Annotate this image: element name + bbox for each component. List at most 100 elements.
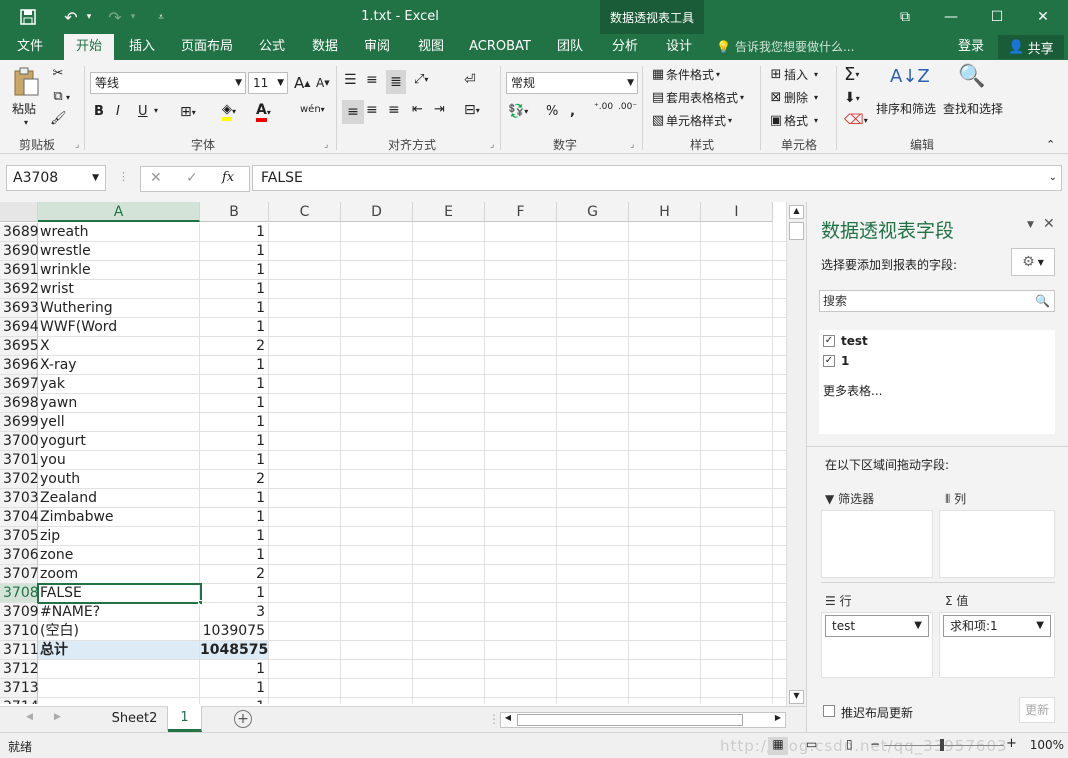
row-field-pill[interactable]: test ▼ xyxy=(825,615,929,637)
row-header[interactable]: 3696 xyxy=(0,356,39,375)
close-pane-icon[interactable]: ✕ xyxy=(1043,216,1055,232)
undo-icon[interactable]: ↶ xyxy=(60,7,82,27)
page-break-view-icon[interactable]: ▯ xyxy=(846,737,853,751)
prev-sheet-icon[interactable]: ◀ xyxy=(26,712,33,722)
minimize-icon[interactable]: — xyxy=(928,0,974,34)
tab-design[interactable]: 设计 xyxy=(654,34,704,60)
cell-a[interactable]: (空白) xyxy=(38,622,200,641)
cell-b[interactable]: 1 xyxy=(200,375,269,394)
row-header[interactable]: 3690 xyxy=(0,242,39,261)
conditional-format-button[interactable]: ▦ 条件格式 ▾ xyxy=(650,66,720,83)
row-header[interactable]: 3708 xyxy=(0,584,39,603)
filters-drop-area[interactable] xyxy=(821,510,933,578)
align-right-icon[interactable]: ≡ xyxy=(388,102,400,118)
horizontal-scrollbar[interactable]: ◀ ▶ xyxy=(500,712,786,728)
cell-a[interactable]: X xyxy=(38,337,200,356)
font-launcher-icon[interactable]: ⌟ xyxy=(324,140,328,150)
cell-b[interactable]: 2 xyxy=(200,337,269,356)
cell-b[interactable]: 1 xyxy=(200,451,269,470)
tab-home[interactable]: 开始 xyxy=(64,34,114,60)
orientation-icon[interactable]: ⤢ ▾ xyxy=(414,72,428,87)
cell-a[interactable]: yell xyxy=(38,413,200,432)
select-all-corner[interactable] xyxy=(0,202,38,222)
align-left-icon[interactable]: ≡ xyxy=(342,100,364,124)
cell-b[interactable]: 1048575 xyxy=(200,641,269,660)
font-name-combo[interactable]: 等线 ▼ xyxy=(90,72,246,94)
tab-page-layout[interactable]: 页面布局 xyxy=(174,34,240,60)
row-header[interactable]: 3710 xyxy=(0,622,39,641)
align-top-icon[interactable]: ☰ xyxy=(344,72,357,88)
paste-label[interactable]: 粘贴 xyxy=(12,100,36,117)
shrink-font-icon[interactable]: A ▼ xyxy=(316,76,330,90)
row-header[interactable]: 3711 xyxy=(0,641,39,660)
cell-a[interactable] xyxy=(38,660,200,679)
maximize-icon[interactable]: ☐ xyxy=(974,0,1020,34)
comma-style-icon[interactable]: , xyxy=(570,104,575,119)
cell-b[interactable]: 1 xyxy=(200,261,269,280)
cancel-entry-icon[interactable]: ✕ xyxy=(150,170,162,186)
cell-a[interactable]: yawn xyxy=(38,394,200,413)
autosum-icon[interactable]: Σ ▾ xyxy=(844,64,859,85)
field-item-1[interactable]: ✓ 1 xyxy=(823,354,849,368)
insert-cells-button[interactable]: ⊞ 插入 ▾ xyxy=(768,66,818,83)
row-header[interactable]: 3698 xyxy=(0,394,39,413)
cell-a[interactable]: Zimbabwe xyxy=(38,508,200,527)
row-header[interactable]: 3713 xyxy=(0,679,39,698)
defer-update-checkbox[interactable] xyxy=(823,705,835,717)
row-header[interactable]: 3694 xyxy=(0,318,39,337)
cell-a[interactable]: zoom xyxy=(38,565,200,584)
row-header[interactable]: 3703 xyxy=(0,489,39,508)
cell-b[interactable]: 1 xyxy=(200,584,269,603)
paste-icon[interactable] xyxy=(10,66,42,98)
cell-b[interactable]: 1 xyxy=(200,299,269,318)
row-header[interactable]: 3707 xyxy=(0,565,39,584)
wrap-text-icon[interactable]: ⏎ xyxy=(464,72,476,88)
cell-b[interactable]: 2 xyxy=(200,565,269,584)
row-header[interactable]: 3704 xyxy=(0,508,39,527)
sort-filter-icon[interactable]: A↓Z xyxy=(890,66,930,87)
column-header-a[interactable]: A xyxy=(38,202,200,222)
cell-b[interactable]: 1 xyxy=(200,356,269,375)
row-header[interactable]: 3692 xyxy=(0,280,39,299)
tab-team[interactable]: 团队 xyxy=(546,34,594,60)
next-sheet-icon[interactable]: ▶ xyxy=(54,712,61,722)
find-select-label[interactable]: 查找和选择 xyxy=(943,100,1003,117)
tab-view[interactable]: 视图 xyxy=(408,34,454,60)
tab-file[interactable]: 文件 xyxy=(6,34,54,60)
format-as-table-button[interactable]: ▤ 套用表格格式 ▾ xyxy=(650,89,744,106)
close-icon[interactable]: ✕ xyxy=(1020,0,1066,34)
tab-formulas[interactable]: 公式 xyxy=(248,34,296,60)
column-header-b[interactable]: B xyxy=(200,202,269,222)
cell-b[interactable]: 1 xyxy=(200,242,269,261)
column-header-e[interactable]: E xyxy=(413,202,485,222)
zoom-out-icon[interactable]: − xyxy=(870,737,880,751)
row-header[interactable]: 3697 xyxy=(0,375,39,394)
cell-b[interactable]: 1 xyxy=(200,679,269,698)
cell-a[interactable]: wrist xyxy=(38,280,200,299)
cell-b[interactable]: 1 xyxy=(200,660,269,679)
cell-a[interactable]: zip xyxy=(38,527,200,546)
align-center-icon[interactable]: ≡ xyxy=(366,102,378,118)
scroll-up-icon[interactable]: ▲ xyxy=(789,205,804,219)
decrease-decimal-icon[interactable]: .00⁻ xyxy=(618,102,637,112)
collapse-ribbon-icon[interactable]: ⌃ xyxy=(1046,138,1055,151)
decrease-indent-icon[interactable]: ⇤ xyxy=(412,102,423,117)
vertical-scrollbar[interactable]: ▲ ▼ xyxy=(786,202,806,708)
field-settings-button[interactable]: ⚙ ▼ xyxy=(1011,248,1055,276)
columns-drop-area[interactable] xyxy=(939,510,1055,578)
page-layout-view-icon[interactable]: ▭ xyxy=(806,737,817,751)
paste-dropdown-icon[interactable]: ▾ xyxy=(24,118,28,127)
scroll-thumb[interactable] xyxy=(789,222,804,240)
tab-analyze[interactable]: 分析 xyxy=(600,34,650,60)
zoom-slider[interactable] xyxy=(884,745,1004,746)
phonetic-icon[interactable]: wén ▾ xyxy=(300,104,325,115)
tab-acrobat[interactable]: ACROBAT xyxy=(462,34,538,60)
sort-filter-label[interactable]: 排序和筛选 xyxy=(876,100,936,117)
row-header[interactable]: 3706 xyxy=(0,546,39,565)
cell-a[interactable]: wrestle xyxy=(38,242,200,261)
expand-formula-icon[interactable]: ⌄ xyxy=(1049,166,1057,190)
cell-a[interactable]: zone xyxy=(38,546,200,565)
row-header[interactable]: 3700 xyxy=(0,432,39,451)
tab-review[interactable]: 审阅 xyxy=(354,34,400,60)
cell-a[interactable]: you xyxy=(38,451,200,470)
